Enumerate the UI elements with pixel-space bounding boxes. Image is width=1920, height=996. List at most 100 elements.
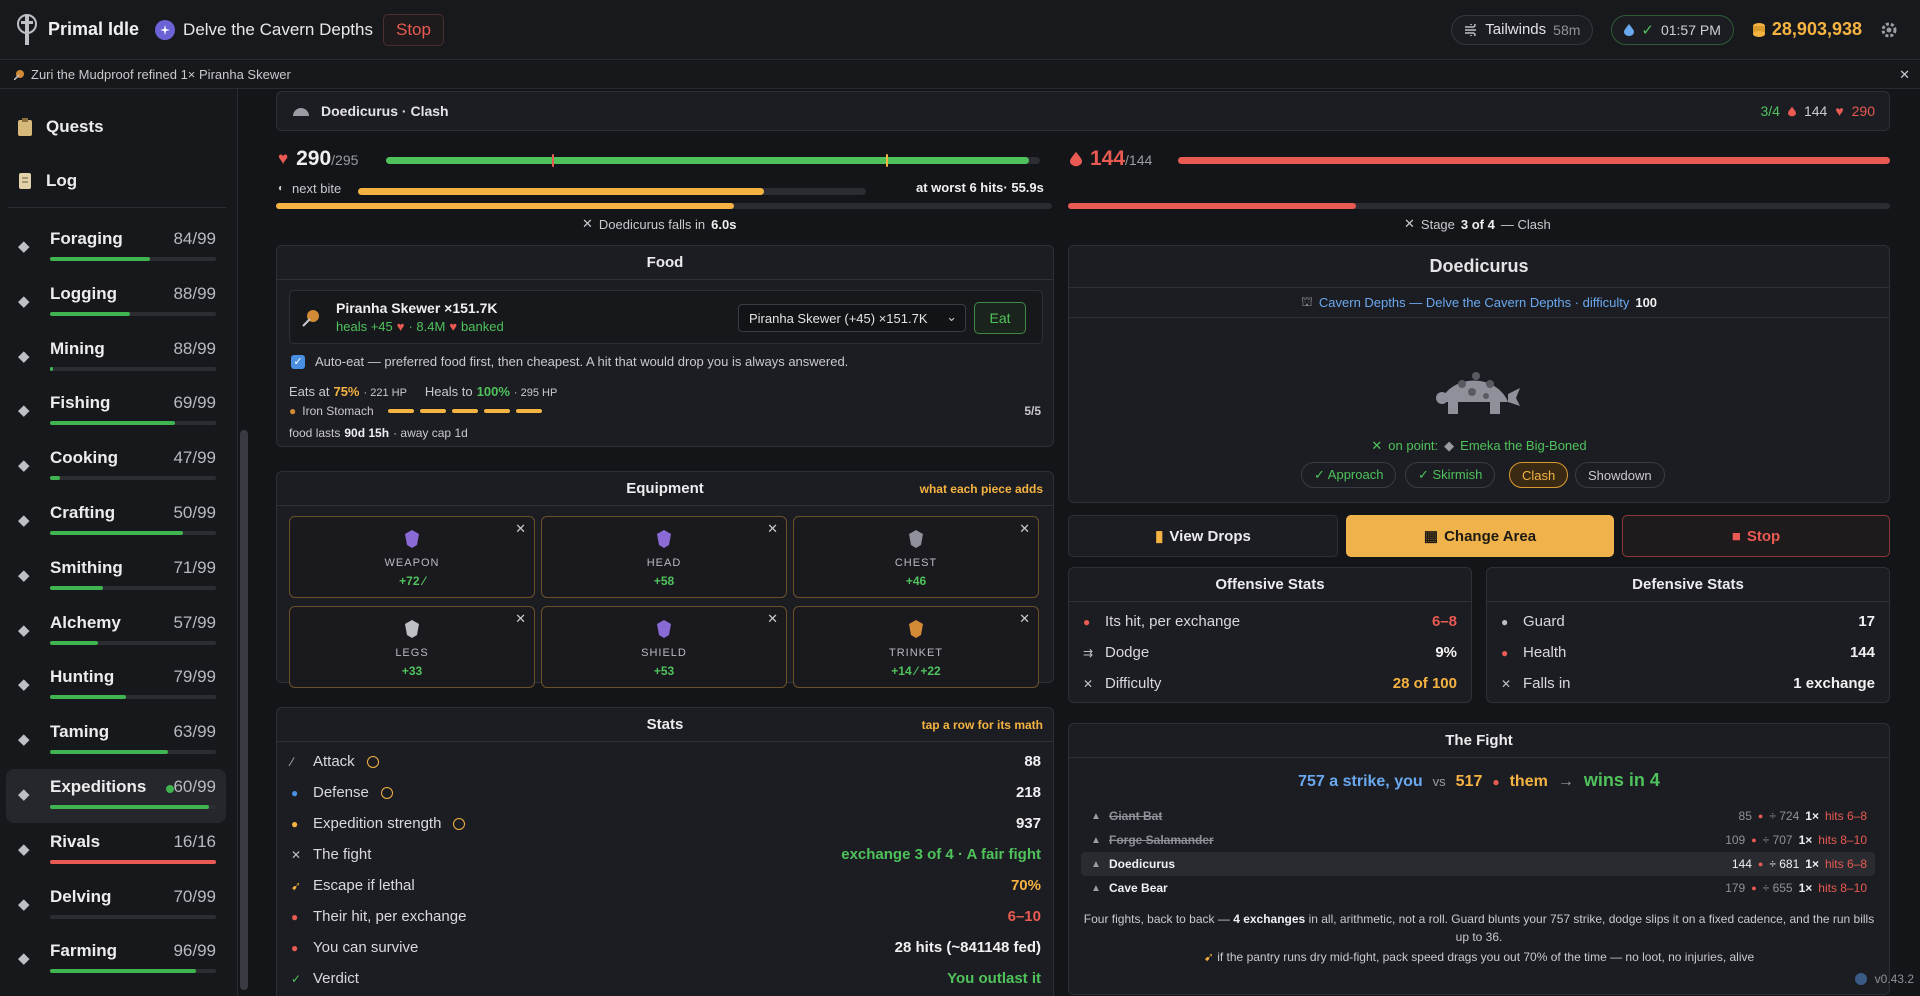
equip-slot-value: +33: [401, 664, 423, 678]
stat-row[interactable]: ● Their hit, per exchange 6–10: [291, 901, 1041, 932]
eat-button[interactable]: Eat: [974, 302, 1026, 334]
stat-row[interactable]: ● You can survive 28 hits (~841148 fed): [291, 932, 1041, 963]
on-point-name[interactable]: Emeka the Big-Boned: [1460, 438, 1586, 454]
app-logo[interactable]: Primal Idle: [14, 13, 139, 47]
stat-row[interactable]: ● Expedition strength 937: [291, 808, 1041, 839]
fight-description: Four fights, back to back — 4 exchanges …: [1083, 910, 1875, 946]
view-drops-button[interactable]: ▮ View Drops: [1068, 515, 1338, 557]
dismiss-notification-close-icon[interactable]: ✕: [1899, 67, 1910, 83]
nav-quests[interactable]: Quests: [18, 117, 104, 137]
unequip-close-icon[interactable]: ✕: [767, 521, 778, 537]
stage-approach-button[interactable]: ✓ Approach: [1301, 462, 1397, 488]
skill-progress-bar: [50, 640, 216, 645]
clock-pill[interactable]: ✓ 01:57 PM: [1611, 14, 1734, 45]
stat-icon: ⁄: [291, 754, 294, 769]
info-icon[interactable]: [1854, 973, 1867, 985]
unequip-close-icon[interactable]: ✕: [767, 611, 778, 627]
stat-row[interactable]: ✓ Verdict You outlast it: [291, 963, 1041, 994]
weapon-icon: [403, 529, 421, 549]
stage-skirmish-button[interactable]: ✓ Skirmish: [1405, 462, 1496, 488]
sidebar-skill-hunting[interactable]: ◆ Hunting 79/99: [6, 659, 226, 713]
stat-row[interactable]: ● Defense 218: [291, 777, 1041, 808]
sidebar-skill-expeditions[interactable]: ◆ Expeditions 60/99: [6, 769, 226, 823]
current-activity[interactable]: Delve the Cavern Depths: [155, 19, 373, 40]
skill-level: 47/99: [173, 448, 216, 468]
creature-hits: hits 6–8: [1824, 857, 1867, 871]
food-item-details: heals +45 ♥ · 8.4M ♥ banked: [336, 319, 504, 334]
stat-value: 1 exchange: [1793, 675, 1875, 692]
unequip-close-icon[interactable]: ✕: [1019, 611, 1030, 627]
equip-slot-chest[interactable]: ✕ CHEST +46: [793, 516, 1039, 598]
sidebar-skill-fishing[interactable]: ◆ Fishing 69/99: [6, 385, 226, 439]
on-point: ✕ on point: ◆ Emeka the Big-Boned: [1069, 438, 1889, 454]
sidebar-skill-smithing[interactable]: ◆ Smithing 71/99: [6, 550, 226, 604]
stat-row[interactable]: ⁄ Attack 88: [291, 746, 1041, 777]
stat-value: exchange 3 of 4 · A fair fight: [841, 846, 1041, 863]
equip-slot-trinket[interactable]: ✕ TRINKET +14 ⁄ +22: [793, 606, 1039, 688]
heals-to-label: Heals to: [424, 384, 473, 399]
eats-at-value[interactable]: 75%: [333, 384, 359, 399]
gold-counter: 28,903,938: [1752, 19, 1862, 40]
creature-multiplier: 1×: [1798, 881, 1813, 895]
settings-gear-icon[interactable]: [1880, 21, 1898, 39]
sidebar-skill-foraging[interactable]: ◆ Foraging 84/99: [6, 221, 226, 275]
unequip-close-icon[interactable]: ✕: [515, 521, 526, 537]
activity-name: Delve the Cavern Depths: [183, 19, 373, 39]
auto-eat-checkbox[interactable]: ✓: [291, 354, 305, 369]
sidebar-skill-logging[interactable]: ◆ Logging 88/99: [6, 276, 226, 330]
equip-slot-legs[interactable]: ✕ LEGS +33: [289, 606, 535, 688]
skill-name: Farming: [50, 941, 118, 961]
skill-icon: ◆: [18, 291, 30, 310]
stat-value: 88: [1024, 753, 1041, 770]
totem-logo-icon: [14, 13, 40, 47]
stat-row[interactable]: ➹ Escape if lethal 70%: [291, 870, 1041, 901]
skill-progress-bar: [50, 969, 216, 974]
sidebar-skill-farming[interactable]: ◆ Farming 96/99: [6, 933, 226, 987]
enemy-hp-value: 144: [1090, 147, 1126, 170]
equip-slot-weapon[interactable]: ✕ WEAPON +72 ⁄: [289, 516, 535, 598]
blood-drop-icon: ●: [1757, 811, 1764, 821]
nav-log[interactable]: Log: [18, 171, 77, 191]
clipboard-icon: [18, 118, 32, 136]
creature-name: Giant Bat: [1109, 809, 1163, 823]
change-area-button[interactable]: ▦ Change Area: [1346, 515, 1614, 557]
sidebar-skill-crafting[interactable]: ◆ Crafting 50/99: [6, 495, 226, 549]
equipment-hint-link[interactable]: what each piece adds: [920, 482, 1043, 496]
skewer-icon: [14, 69, 25, 80]
buff-pill[interactable]: Tailwinds 58m: [1451, 14, 1594, 45]
skill-icon: ◆: [18, 894, 30, 913]
sidebar-skill-alchemy[interactable]: ◆ Alchemy 57/99: [6, 605, 226, 659]
monster-name: Doedicurus: [1069, 246, 1889, 288]
info-icon[interactable]: [453, 817, 466, 830]
x-icon: ✕: [582, 216, 593, 231]
monster-area-text[interactable]: Cavern Depths — Delve the Cavern Depths …: [1319, 295, 1629, 310]
sidebar-skill-taming[interactable]: ◆ Taming 63/99: [6, 714, 226, 768]
equip-slot-shield[interactable]: ✕ SHIELD +53: [541, 606, 787, 688]
enemy-hp-mini: 144: [1803, 103, 1828, 119]
stop-activity-button[interactable]: Stop: [382, 13, 444, 46]
skill-level: 88/99: [173, 283, 216, 303]
creature-hp: 85: [1738, 809, 1752, 823]
heals-to-value[interactable]: 100%: [477, 384, 510, 399]
stop-expedition-button[interactable]: ■ Stop: [1622, 515, 1890, 557]
info-icon[interactable]: [380, 786, 393, 799]
stage-showdown-button[interactable]: Showdown: [1575, 462, 1665, 488]
skill-icon: ◆: [18, 620, 30, 639]
pantry-note: ➹ if the pantry runs dry mid-fight, pack…: [1069, 950, 1889, 964]
unequip-close-icon[interactable]: ✕: [515, 611, 526, 627]
player-hp-bar: [386, 154, 1040, 167]
sidebar-scrollbar[interactable]: [240, 430, 248, 990]
food-select[interactable]: Piranha Skewer (+45) ×151.7K ⌄: [738, 304, 966, 332]
sidebar-skill-rivals[interactable]: ◆ Rivals 16/16: [6, 824, 226, 878]
perk-pips: [387, 409, 542, 413]
unequip-close-icon[interactable]: ✕: [1019, 521, 1030, 537]
sidebar-skill-delving[interactable]: ◆ Delving 70/99: [6, 879, 226, 933]
stage-clash-button[interactable]: Clash: [1509, 462, 1569, 488]
sidebar-skill-cooking[interactable]: ◆ Cooking 47/99: [6, 440, 226, 494]
fight-summary: 757 a strike, you vs 517 ● them → wins i…: [1069, 770, 1889, 791]
sidebar-divider: [8, 207, 226, 208]
info-icon[interactable]: [366, 755, 379, 768]
sidebar-skill-mining[interactable]: ◆ Mining 88/99: [6, 331, 226, 385]
equip-slot-head[interactable]: ✕ HEAD +58: [541, 516, 787, 598]
stat-row[interactable]: ✕ The fight exchange 3 of 4 · A fair fight: [291, 839, 1041, 870]
